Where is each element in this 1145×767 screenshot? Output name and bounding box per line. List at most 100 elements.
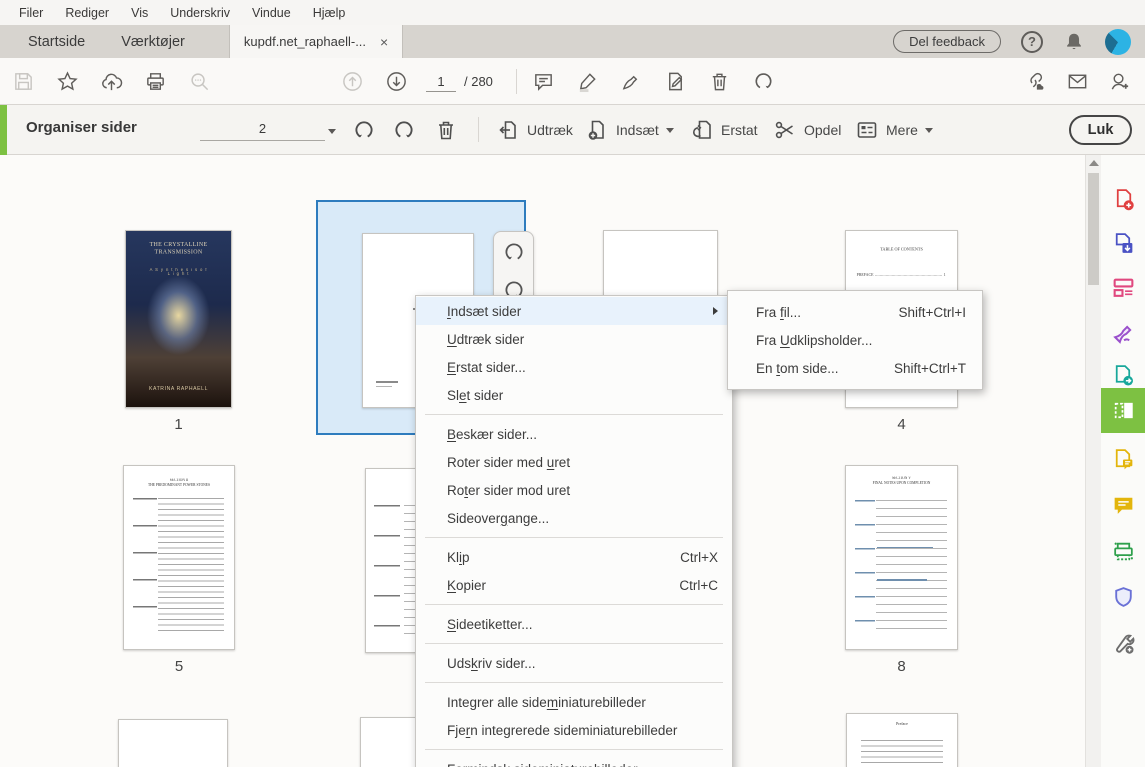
star-favorite-icon[interactable]: [54, 68, 81, 95]
replace-pages-button[interactable]: Erstat: [690, 116, 758, 144]
help-icon[interactable]: ?: [1021, 30, 1043, 53]
export-pdf-icon[interactable]: [1101, 221, 1145, 265]
rotate-icon[interactable]: [750, 68, 777, 95]
tab-vaerktoejer[interactable]: Værktøjer: [103, 25, 203, 58]
menu-separator: [425, 414, 723, 415]
tab-startside[interactable]: Startside: [10, 25, 103, 58]
page-thumbnail-5[interactable]: SECTION II THE PREDOMINANT POWER STONES: [123, 465, 235, 650]
menu-vis[interactable]: Vis: [120, 6, 159, 20]
menu-separator: [425, 604, 723, 605]
scroll-up-icon[interactable]: [1089, 160, 1099, 166]
share-feedback-button[interactable]: Del feedback: [893, 30, 1001, 53]
page-thumbnail-12[interactable]: Preface: [846, 713, 958, 767]
email-icon[interactable]: [1064, 68, 1091, 95]
menu-underskriv[interactable]: Underskriv: [159, 6, 241, 20]
menu-item-sideovergange[interactable]: Sideovergange...: [416, 504, 732, 532]
menu-separator: [425, 537, 723, 538]
menu-item-integrer-miniaturer[interactable]: Integrer alle sideminiaturebilleder: [416, 688, 732, 716]
share-link-icon[interactable]: [1020, 68, 1047, 95]
tools-sidebar: [1101, 155, 1145, 767]
extract-pages-button[interactable]: Udtræk: [496, 116, 573, 144]
split-pages-label: Opdel: [804, 122, 842, 138]
rotate-left-thumb-icon[interactable]: [502, 240, 526, 264]
prepare-form-icon[interactable]: [1101, 437, 1145, 481]
menu-item-kopier[interactable]: Kopier Ctrl+C: [416, 571, 732, 599]
main-toolbar: / 280: [0, 58, 1145, 105]
next-page-icon[interactable]: [383, 68, 410, 95]
protect-icon[interactable]: [1101, 575, 1145, 619]
page-number-label-4: 4: [897, 416, 906, 433]
menu-item-roter-mod-uret[interactable]: Roter sider mod uret: [416, 476, 732, 504]
create-pdf-icon[interactable]: [1101, 177, 1145, 221]
menu-filer[interactable]: Filer: [8, 6, 54, 20]
menu-item-slet-sider[interactable]: Slet sider: [416, 381, 732, 409]
comment-icon[interactable]: [530, 68, 557, 95]
menu-item-udskriv-sider[interactable]: Udskriv sider...: [416, 649, 732, 677]
cloud-upload-icon[interactable]: [98, 68, 125, 95]
page-thumbnail-1[interactable]: THE CRYSTALLINE TRANSMISSION A S y n t h…: [125, 230, 232, 408]
menu-item-roter-med-uret[interactable]: Roter sider med uret: [416, 448, 732, 476]
search-icon[interactable]: [186, 68, 213, 95]
rotate-left-button[interactable]: [352, 116, 376, 144]
close-tab-icon[interactable]: ×: [380, 35, 388, 49]
toolbar-divider: [516, 69, 517, 94]
menu-item-erstat-sider[interactable]: Erstat sider...: [416, 353, 732, 381]
print-icon[interactable]: [142, 68, 169, 95]
submenu-item-en-tom-side[interactable]: En tom side... Shift+Ctrl+T: [728, 354, 982, 382]
menu-separator: [425, 682, 723, 683]
comment-icon-sidebar[interactable]: [1101, 483, 1145, 527]
page-number-input[interactable]: [426, 71, 456, 92]
cover-subtitle: A S y n t h e s i s o f L i g h t: [149, 268, 208, 277]
insert-pages-button[interactable]: Indsæt: [585, 116, 674, 144]
menu-item-formindsk-miniaturer[interactable]: Formindsk sideminiaturebilleder: [416, 755, 732, 767]
tab-bar: Startside Værktøjer kupdf.net_raphaell-.…: [0, 25, 1145, 58]
fill-and-sign-icon[interactable]: [1101, 309, 1145, 353]
split-pages-button[interactable]: Opdel: [773, 116, 841, 144]
toc-line-label: PREFACE: [857, 273, 874, 278]
submenu-item-fra-fil[interactable]: Fra fil... Shift+Ctrl+I: [728, 298, 982, 326]
preface-heading: Preface: [896, 722, 908, 727]
scan-and-ocr-icon[interactable]: [1101, 529, 1145, 573]
cover-author: KATRINA RAPHAELL: [148, 385, 209, 391]
page-range-dropdown-icon[interactable]: [328, 129, 336, 134]
scrollbar-thumb[interactable]: [1088, 173, 1099, 285]
previous-page-icon[interactable]: [339, 68, 366, 95]
menu-item-beskaer-sider[interactable]: Beskær sider...: [416, 420, 732, 448]
shortcut-label: Shift+Ctrl+T: [893, 360, 966, 376]
replace-pages-label: Erstat: [721, 122, 758, 138]
shortcut-label: Ctrl+X: [680, 549, 718, 565]
save-icon[interactable]: [10, 68, 37, 95]
menu-item-klip[interactable]: Klip Ctrl+X: [416, 543, 732, 571]
page-edit-icon[interactable]: [662, 68, 689, 95]
menu-hjaelp[interactable]: Hjælp: [302, 6, 357, 20]
more-tools-icon[interactable]: [1101, 621, 1145, 665]
close-tool-button[interactable]: Luk: [1069, 115, 1132, 145]
delete-pages-button[interactable]: [434, 116, 458, 144]
menu-rediger[interactable]: Rediger: [54, 6, 120, 20]
menu-vindue[interactable]: Vindue: [241, 6, 302, 20]
vertical-scrollbar[interactable]: [1085, 155, 1101, 767]
shortcut-label: Ctrl+C: [679, 577, 718, 593]
page-thumbnail-8[interactable]: SECTION V FINAL NOTES UPON COMPLETION: [845, 465, 958, 650]
page-thumbnail-9[interactable]: [118, 719, 228, 767]
menu-item-sideetiketter[interactable]: Sideetiketter...: [416, 610, 732, 638]
toc-heading: TABLE OF CONTENTS: [880, 247, 923, 252]
organize-pages-toolbar: Organiser sider Udtræk Indsæt Erstat O: [0, 105, 1145, 155]
menu-item-fjern-miniaturer[interactable]: Fjern integrerede sideminiaturebilleder: [416, 716, 732, 744]
page-number-label-5: 5: [174, 658, 184, 675]
more-options-button[interactable]: Mere: [855, 116, 933, 144]
organize-pages-icon[interactable]: [1101, 388, 1145, 433]
notifications-bell-icon[interactable]: [1063, 31, 1085, 53]
highlight-icon[interactable]: [574, 68, 601, 95]
edit-pdf-icon[interactable]: [1101, 265, 1145, 309]
menu-item-indsaet-sider[interactable]: Indsæt sider: [416, 297, 732, 325]
menu-item-udtraek-sider[interactable]: Udtræk sider: [416, 325, 732, 353]
delete-icon[interactable]: [706, 68, 733, 95]
tab-document[interactable]: kupdf.net_raphaell-... ×: [228, 25, 404, 58]
add-person-icon[interactable]: [1106, 68, 1133, 95]
user-avatar[interactable]: [1105, 28, 1131, 55]
submenu-item-fra-udklipsholder[interactable]: Fra Udklipsholder...: [728, 326, 982, 354]
page-range-input[interactable]: [200, 117, 325, 141]
rotate-right-button[interactable]: [392, 116, 416, 144]
sign-icon[interactable]: [618, 68, 645, 95]
